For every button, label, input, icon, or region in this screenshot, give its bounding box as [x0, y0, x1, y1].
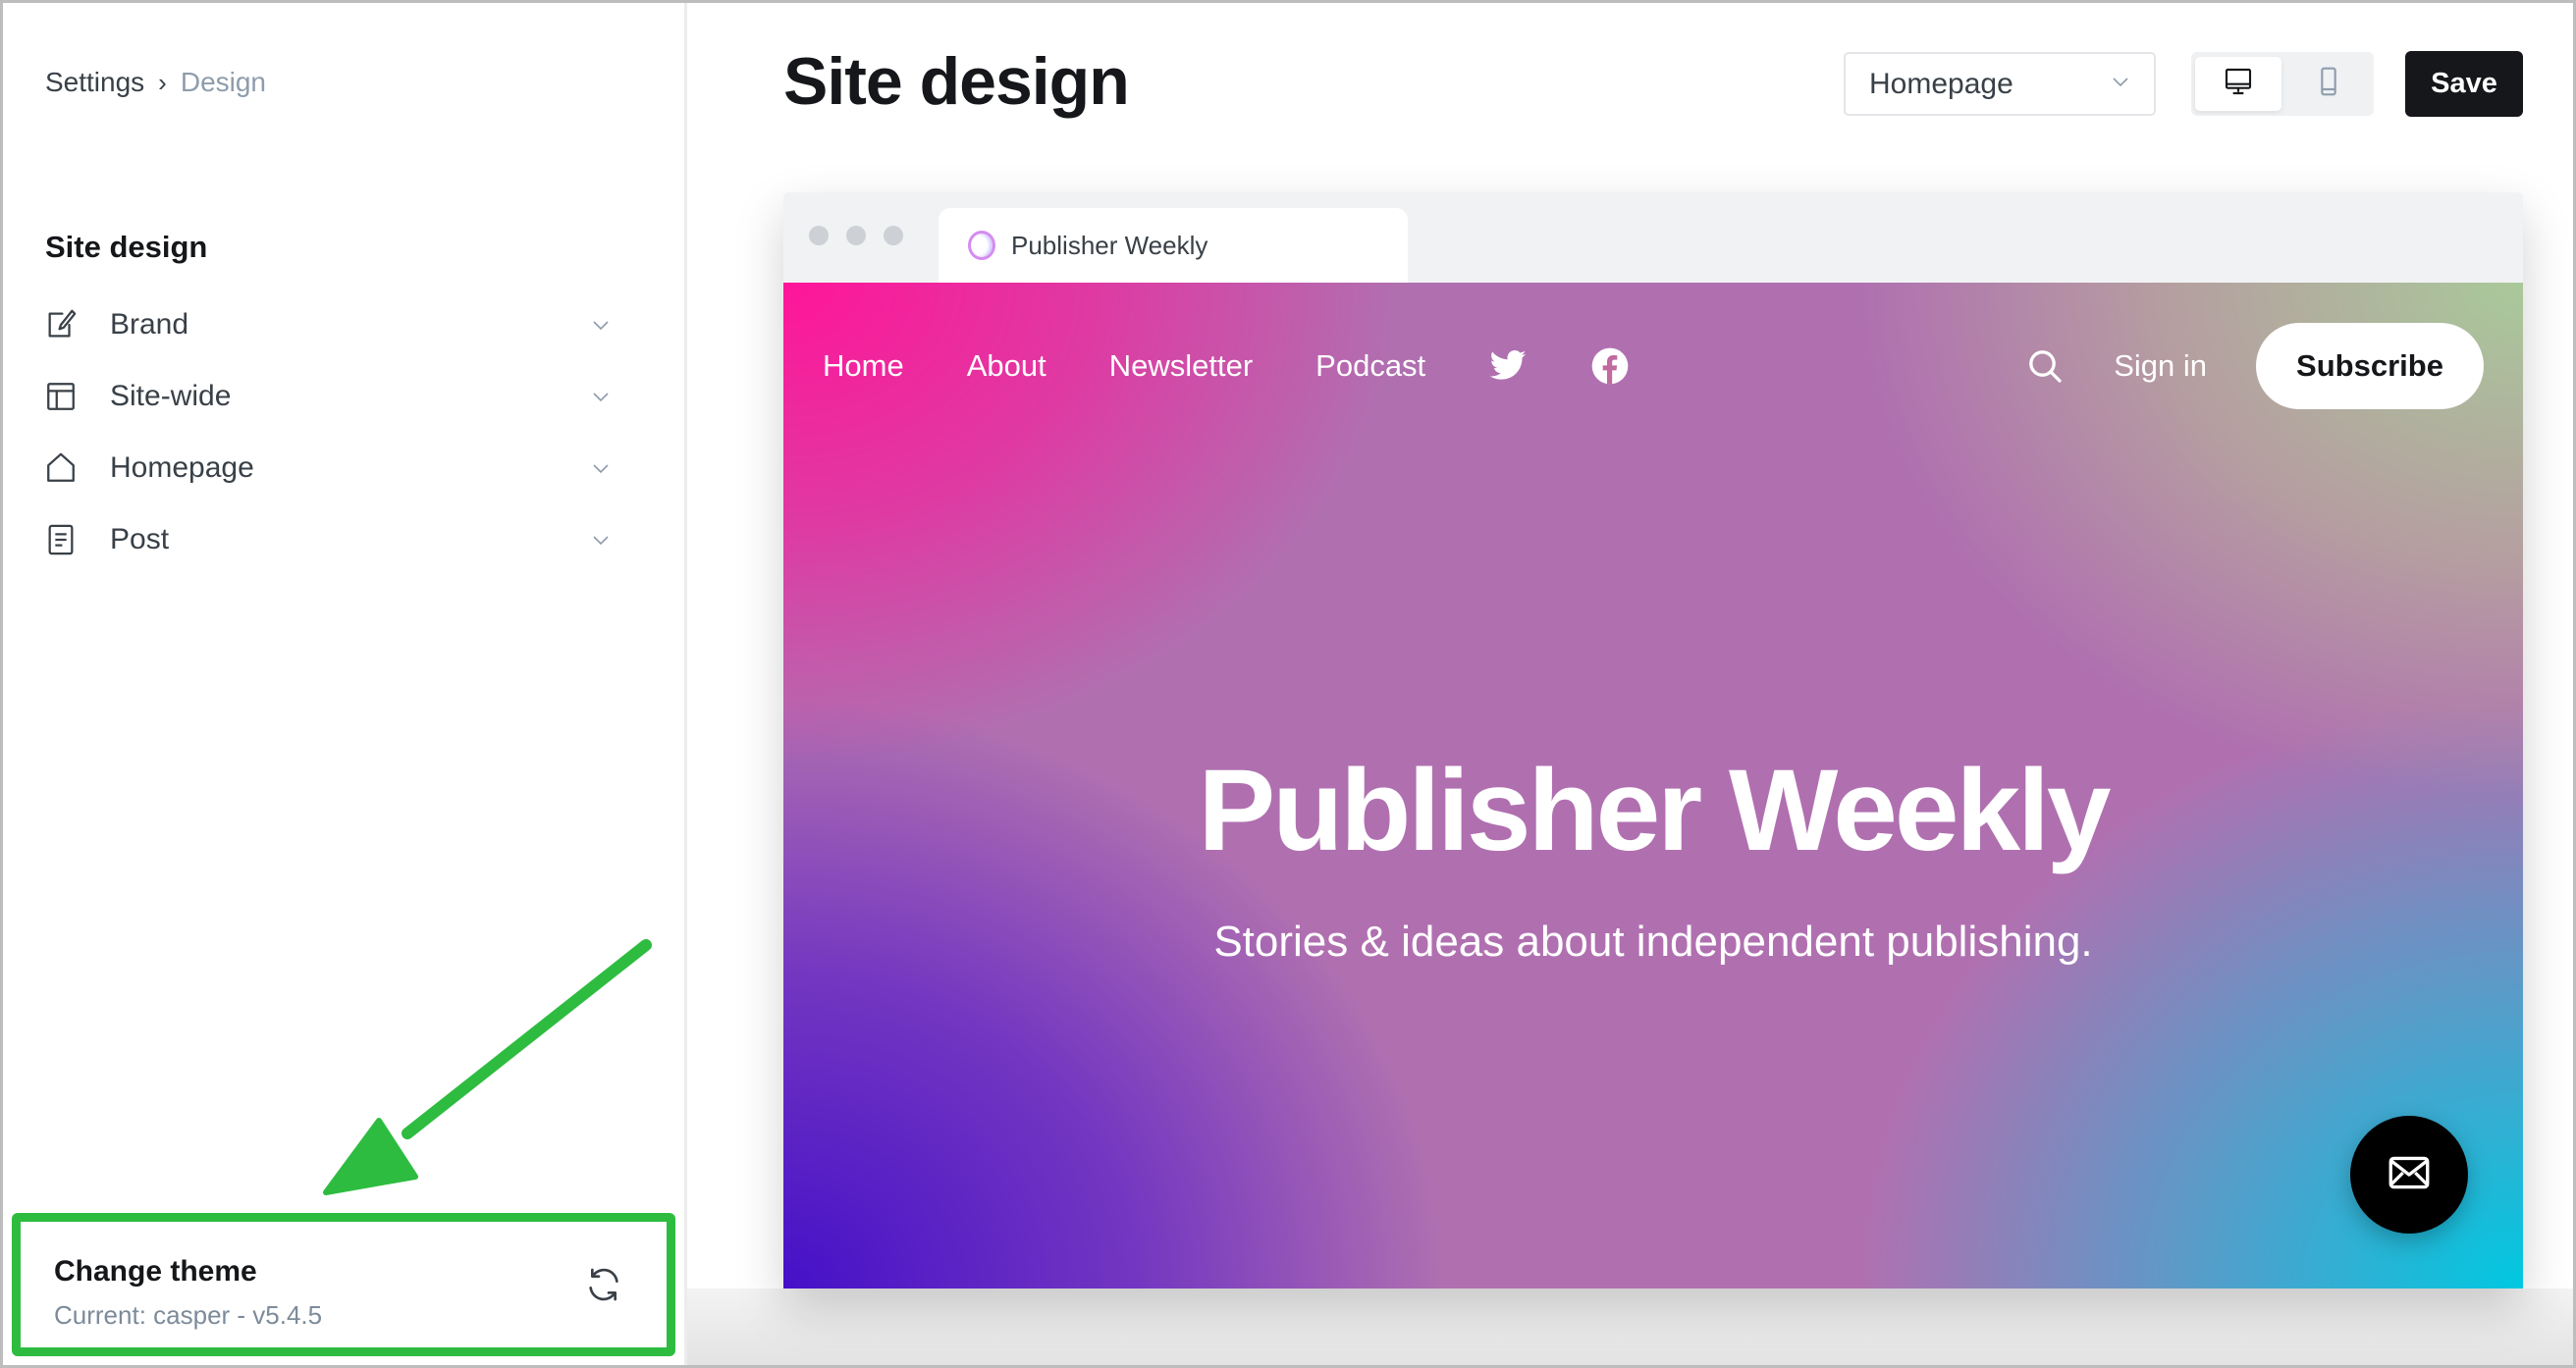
breadcrumb-current: Design — [180, 67, 267, 97]
chevron-down-icon — [589, 385, 613, 408]
chevron-down-icon — [589, 528, 613, 552]
desktop-icon — [2223, 66, 2254, 102]
page-select-value: Homepage — [1869, 67, 2013, 100]
page-title: Site design — [783, 44, 1130, 119]
preview-browser-tab: Publisher Weekly — [939, 208, 1408, 283]
nav-link-home[interactable]: Home — [823, 348, 904, 384]
preview-hero: Home About Newsletter Podcast Sign in Su… — [783, 283, 2523, 1289]
chevron-down-icon — [2109, 70, 2132, 98]
facebook-icon[interactable] — [1590, 346, 1630, 386]
brush-icon — [43, 307, 79, 342]
mobile-view-button[interactable] — [2285, 57, 2372, 111]
layout-icon — [43, 379, 79, 414]
search-icon[interactable] — [2025, 346, 2065, 386]
site-favicon-icon — [968, 231, 995, 260]
hero-title: Publisher Weekly — [1198, 746, 2112, 875]
sidebar-item-label: Site-wide — [110, 380, 232, 412]
mobile-icon — [2313, 66, 2344, 102]
change-theme-title: Change theme — [54, 1255, 257, 1288]
sidebar-item-site-wide[interactable]: Site-wide — [43, 367, 613, 426]
subscribe-button[interactable]: Subscribe — [2256, 323, 2484, 409]
sidebar-item-post[interactable]: Post — [43, 510, 613, 569]
sidebar: Settings › Design Site design Brand Site… — [0, 0, 687, 1368]
annotation-arrow — [323, 939, 652, 1195]
chevron-down-icon — [589, 456, 613, 480]
change-theme-panel[interactable]: Change theme Current: casper - v5.4.5 — [12, 1213, 675, 1356]
sidebar-item-label: Brand — [110, 308, 189, 341]
sign-in-link[interactable]: Sign in — [2114, 348, 2207, 384]
sidebar-item-label: Homepage — [110, 451, 254, 484]
sidebar-item-brand[interactable]: Brand — [43, 295, 613, 354]
twitter-icon[interactable] — [1488, 346, 1528, 386]
breadcrumb-separator: › — [158, 67, 167, 97]
page-select[interactable]: Homepage — [1844, 52, 2156, 116]
document-icon — [43, 522, 79, 557]
newsletter-popup-button[interactable] — [2350, 1116, 2468, 1234]
home-icon — [43, 450, 79, 486]
nav-link-podcast[interactable]: Podcast — [1315, 348, 1425, 384]
window-dots — [809, 226, 903, 245]
breadcrumb: Settings › Design — [45, 67, 266, 98]
preview-nav: Home About Newsletter Podcast Sign in Su… — [823, 322, 2484, 410]
nav-link-about[interactable]: About — [967, 348, 1046, 384]
desktop-view-button[interactable] — [2195, 57, 2281, 111]
sidebar-item-label: Post — [110, 523, 170, 555]
save-button[interactable]: Save — [2405, 51, 2523, 117]
nav-link-newsletter[interactable]: Newsletter — [1109, 348, 1253, 384]
preview-tab-title: Publisher Weekly — [1011, 230, 1208, 260]
preview-backdrop — [687, 1289, 2576, 1368]
site-preview: Publisher Weekly Home About Newsletter P… — [783, 192, 2523, 1289]
breadcrumb-settings[interactable]: Settings — [45, 67, 144, 98]
refresh-icon[interactable] — [584, 1265, 623, 1304]
view-toggle — [2191, 52, 2374, 116]
hero-subtitle: Stories & ideas about independent publis… — [1213, 918, 2093, 966]
current-theme-label: Current: casper - v5.4.5 — [54, 1300, 323, 1330]
sidebar-item-homepage[interactable]: Homepage — [43, 439, 613, 498]
chevron-down-icon — [589, 313, 613, 337]
sidebar-heading: Site design — [45, 230, 208, 264]
mail-icon — [2385, 1148, 2434, 1202]
